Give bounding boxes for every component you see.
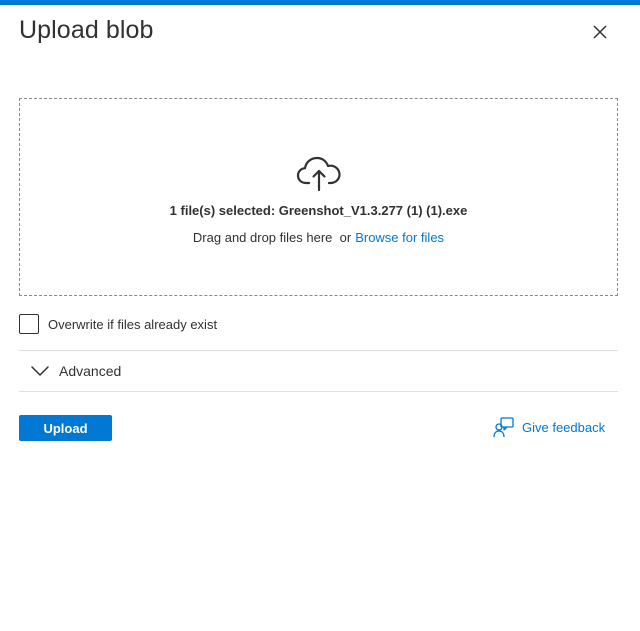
drag-drop-text: Drag and drop files here or [192, 230, 352, 245]
browse-files-link[interactable]: Browse for files [355, 230, 444, 245]
close-button[interactable] [588, 20, 612, 44]
give-feedback-link[interactable]: Give feedback [493, 416, 605, 438]
overwrite-checkbox-row[interactable]: Overwrite if files already exist [19, 314, 217, 334]
advanced-label: Advanced [59, 363, 122, 379]
advanced-toggle[interactable]: Advanced [19, 351, 618, 391]
panel-title: Upload blob [19, 16, 154, 44]
close-icon [593, 25, 607, 39]
chevron-down-icon [31, 366, 49, 376]
overwrite-label: Overwrite if files already exist [48, 316, 218, 332]
give-feedback-label: Give feedback [522, 419, 606, 435]
cloud-upload-icon [296, 156, 341, 192]
overwrite-checkbox[interactable] [19, 314, 39, 334]
selected-files-text: 1 file(s) selected: Greenshot_V1.3.277 (… [169, 203, 468, 218]
upload-button[interactable]: Upload [19, 415, 112, 441]
divider-bottom [19, 391, 618, 392]
drag-drop-row: Drag and drop files here or Browse for fi… [193, 230, 444, 245]
top-accent-bar [0, 0, 640, 5]
feedback-icon [493, 417, 514, 438]
file-dropzone[interactable]: 1 file(s) selected: Greenshot_V1.3.277 (… [19, 98, 618, 296]
